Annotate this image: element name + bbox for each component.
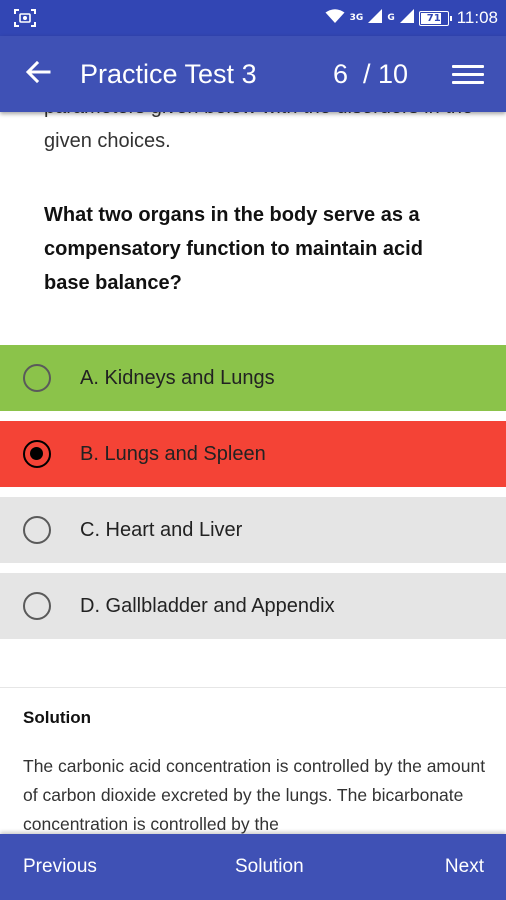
question-content[interactable]: parameters given below with the disorder…	[0, 112, 506, 834]
option-label: D. Gallbladder and Appendix	[80, 595, 335, 617]
next-button[interactable]: Next	[445, 834, 484, 900]
radio-button[interactable]	[23, 440, 51, 468]
battery-icon: 71	[418, 10, 452, 26]
divider	[0, 687, 506, 688]
hamburger-menu-icon	[452, 72, 484, 76]
screenshot-icon	[14, 9, 36, 27]
solution-button[interactable]: Solution	[235, 834, 304, 900]
clock: 11:08	[456, 8, 498, 27]
question-intro: parameters given below with the disorder…	[44, 112, 473, 152]
solution-title: Solution	[23, 708, 91, 727]
back-button[interactable]	[20, 56, 56, 92]
battery-level: 71	[426, 12, 441, 24]
arrow-left-icon	[25, 60, 51, 89]
hamburger-menu-icon	[452, 80, 484, 84]
wifi-icon	[325, 8, 345, 29]
option-b[interactable]: B. Lungs and Spleen	[0, 421, 506, 487]
network-type-left: 3G	[349, 13, 364, 23]
app-bar: Practice Test 3 6 / 10	[0, 36, 506, 112]
page-title: Practice Test 3	[80, 59, 257, 89]
radio-button[interactable]	[23, 592, 51, 620]
option-label: C. Heart and Liver	[80, 519, 243, 541]
hamburger-menu-icon	[452, 64, 484, 68]
signal-icon	[368, 8, 383, 28]
option-c[interactable]: C. Heart and Liver	[0, 497, 506, 563]
network-type-right: G	[387, 13, 395, 23]
question-counter: 6 / 10	[333, 59, 409, 89]
radio-button[interactable]	[23, 364, 51, 392]
bottom-nav: Previous Solution Next	[0, 834, 506, 900]
solution-text: The carbonic acid concentration is contr…	[23, 756, 486, 834]
radio-button[interactable]	[23, 516, 51, 544]
menu-button[interactable]	[452, 58, 484, 90]
question-text: What two organs in the body serve as a c…	[44, 204, 423, 294]
option-a[interactable]: A. Kidneys and Lungs	[0, 345, 506, 411]
option-label: B. Lungs and Spleen	[80, 443, 266, 465]
status-bar: 3G G 71 11:08	[0, 0, 506, 36]
signal-icon	[399, 8, 414, 28]
previous-button[interactable]: Previous	[23, 834, 97, 900]
option-label: A. Kidneys and Lungs	[80, 367, 275, 389]
option-d[interactable]: D. Gallbladder and Appendix	[0, 573, 506, 639]
